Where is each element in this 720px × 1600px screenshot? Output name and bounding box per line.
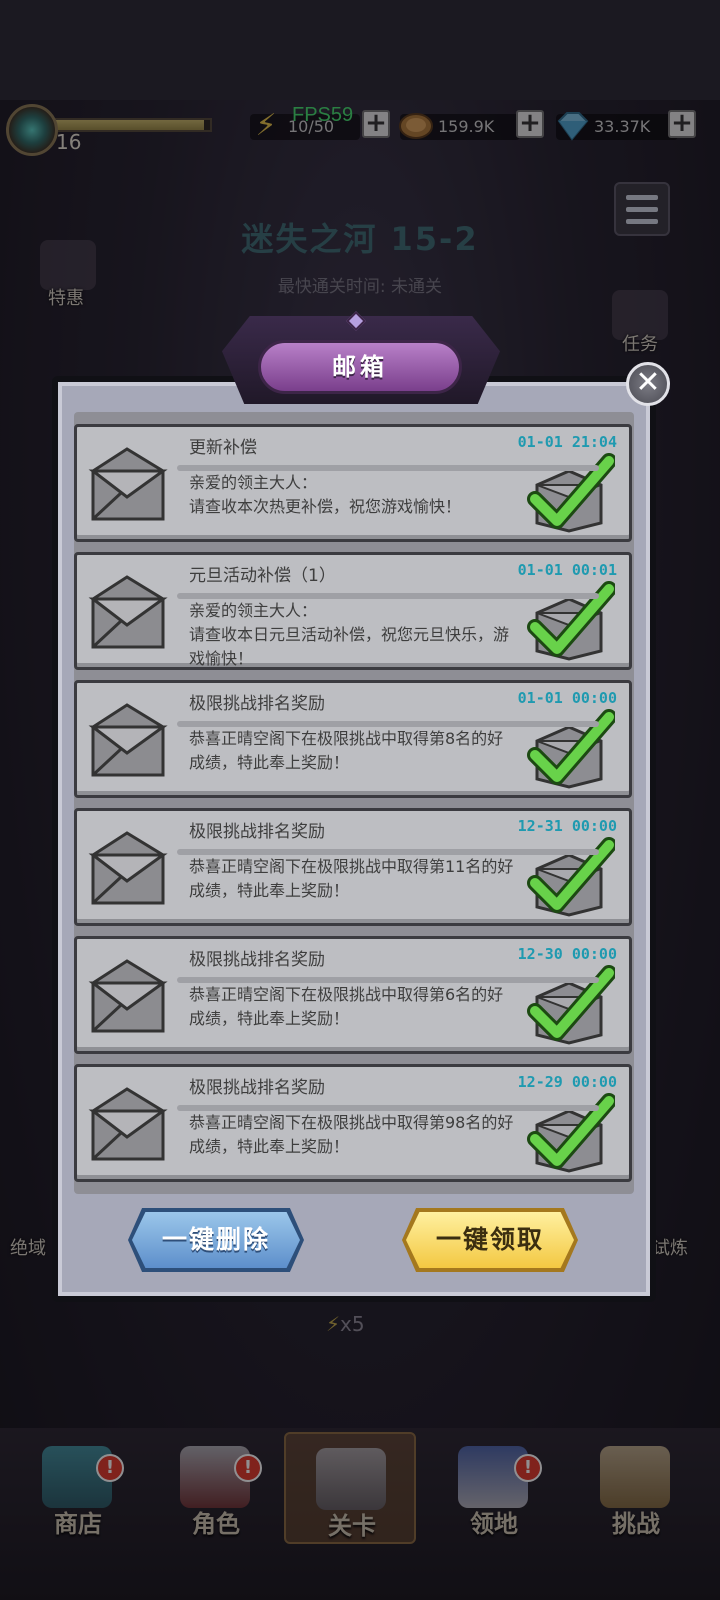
close-icon[interactable]: ✕ bbox=[626, 362, 670, 406]
envelope-icon bbox=[88, 703, 168, 777]
envelope-icon bbox=[88, 959, 168, 1033]
mail-body: 恭喜正晴空阁下在极限挑战中取得第8名的好成绩，特此奉上奖励！ bbox=[189, 729, 504, 772]
mail-body: 亲爱的领主大人： 请查收本次热更补偿，祝您游戏愉快！ bbox=[189, 473, 462, 516]
mail-body: 恭喜正晴空阁下在极限挑战中取得第11名的好成绩，特此奉上奖励！ bbox=[189, 857, 514, 900]
mail-subject: 元旦活动补偿（1） bbox=[189, 566, 336, 586]
mail-subject: 更新补偿 bbox=[189, 438, 257, 458]
mail-body: 恭喜正晴空阁下在极限挑战中取得第6名的好成绩，特此奉上奖励！ bbox=[189, 985, 504, 1028]
mail-body: 恭喜正晴空阁下在极限挑战中取得第98名的好成绩，特此奉上奖励！ bbox=[189, 1113, 514, 1156]
mail-item[interactable]: 极限挑战排名奖励 12-31 00:00 恭喜正晴空阁下在极限挑战中取得第11名… bbox=[74, 808, 632, 926]
claimed-checkmark-icon bbox=[527, 1093, 615, 1173]
claimed-checkmark-icon bbox=[527, 965, 615, 1045]
mail-item[interactable]: 元旦活动补偿（1） 01-01 00:01 亲爱的领主大人： 请查收本日元旦活动… bbox=[74, 552, 632, 670]
mail-item[interactable]: 更新补偿 01-01 21:04 亲爱的领主大人： 请查收本次热更补偿，祝您游戏… bbox=[74, 424, 632, 542]
claimed-checkmark-icon bbox=[527, 453, 615, 533]
mail-item[interactable]: 极限挑战排名奖励 01-01 00:00 恭喜正晴空阁下在极限挑战中取得第8名的… bbox=[74, 680, 632, 798]
mail-subject: 极限挑战排名奖励 bbox=[189, 694, 325, 714]
envelope-icon bbox=[88, 1087, 168, 1161]
envelope-icon bbox=[88, 831, 168, 905]
mail-subject: 极限挑战排名奖励 bbox=[189, 950, 325, 970]
mail-body: 亲爱的领主大人： 请查收本日元旦活动补偿，祝您元旦快乐，游戏愉快！ bbox=[189, 601, 510, 668]
delete-all-button[interactable]: 一键删除 bbox=[132, 1212, 300, 1268]
claimed-checkmark-icon bbox=[527, 837, 615, 917]
mail-subject: 极限挑战排名奖励 bbox=[189, 1078, 325, 1098]
claimed-checkmark-icon bbox=[527, 581, 615, 661]
mail-item[interactable]: 极限挑战排名奖励 12-29 00:00 恭喜正晴空阁下在极限挑战中取得第98名… bbox=[74, 1064, 632, 1182]
envelope-icon bbox=[88, 447, 168, 521]
envelope-icon bbox=[88, 575, 168, 649]
claimed-checkmark-icon bbox=[527, 709, 615, 789]
mail-subject: 极限挑战排名奖励 bbox=[189, 822, 325, 842]
mail-item[interactable]: 极限挑战排名奖励 12-30 00:00 恭喜正晴空阁下在极限挑战中取得第6名的… bbox=[74, 936, 632, 1054]
claim-all-button[interactable]: 一键领取 bbox=[406, 1212, 574, 1268]
mailbox-title: 邮箱 bbox=[258, 340, 462, 394]
